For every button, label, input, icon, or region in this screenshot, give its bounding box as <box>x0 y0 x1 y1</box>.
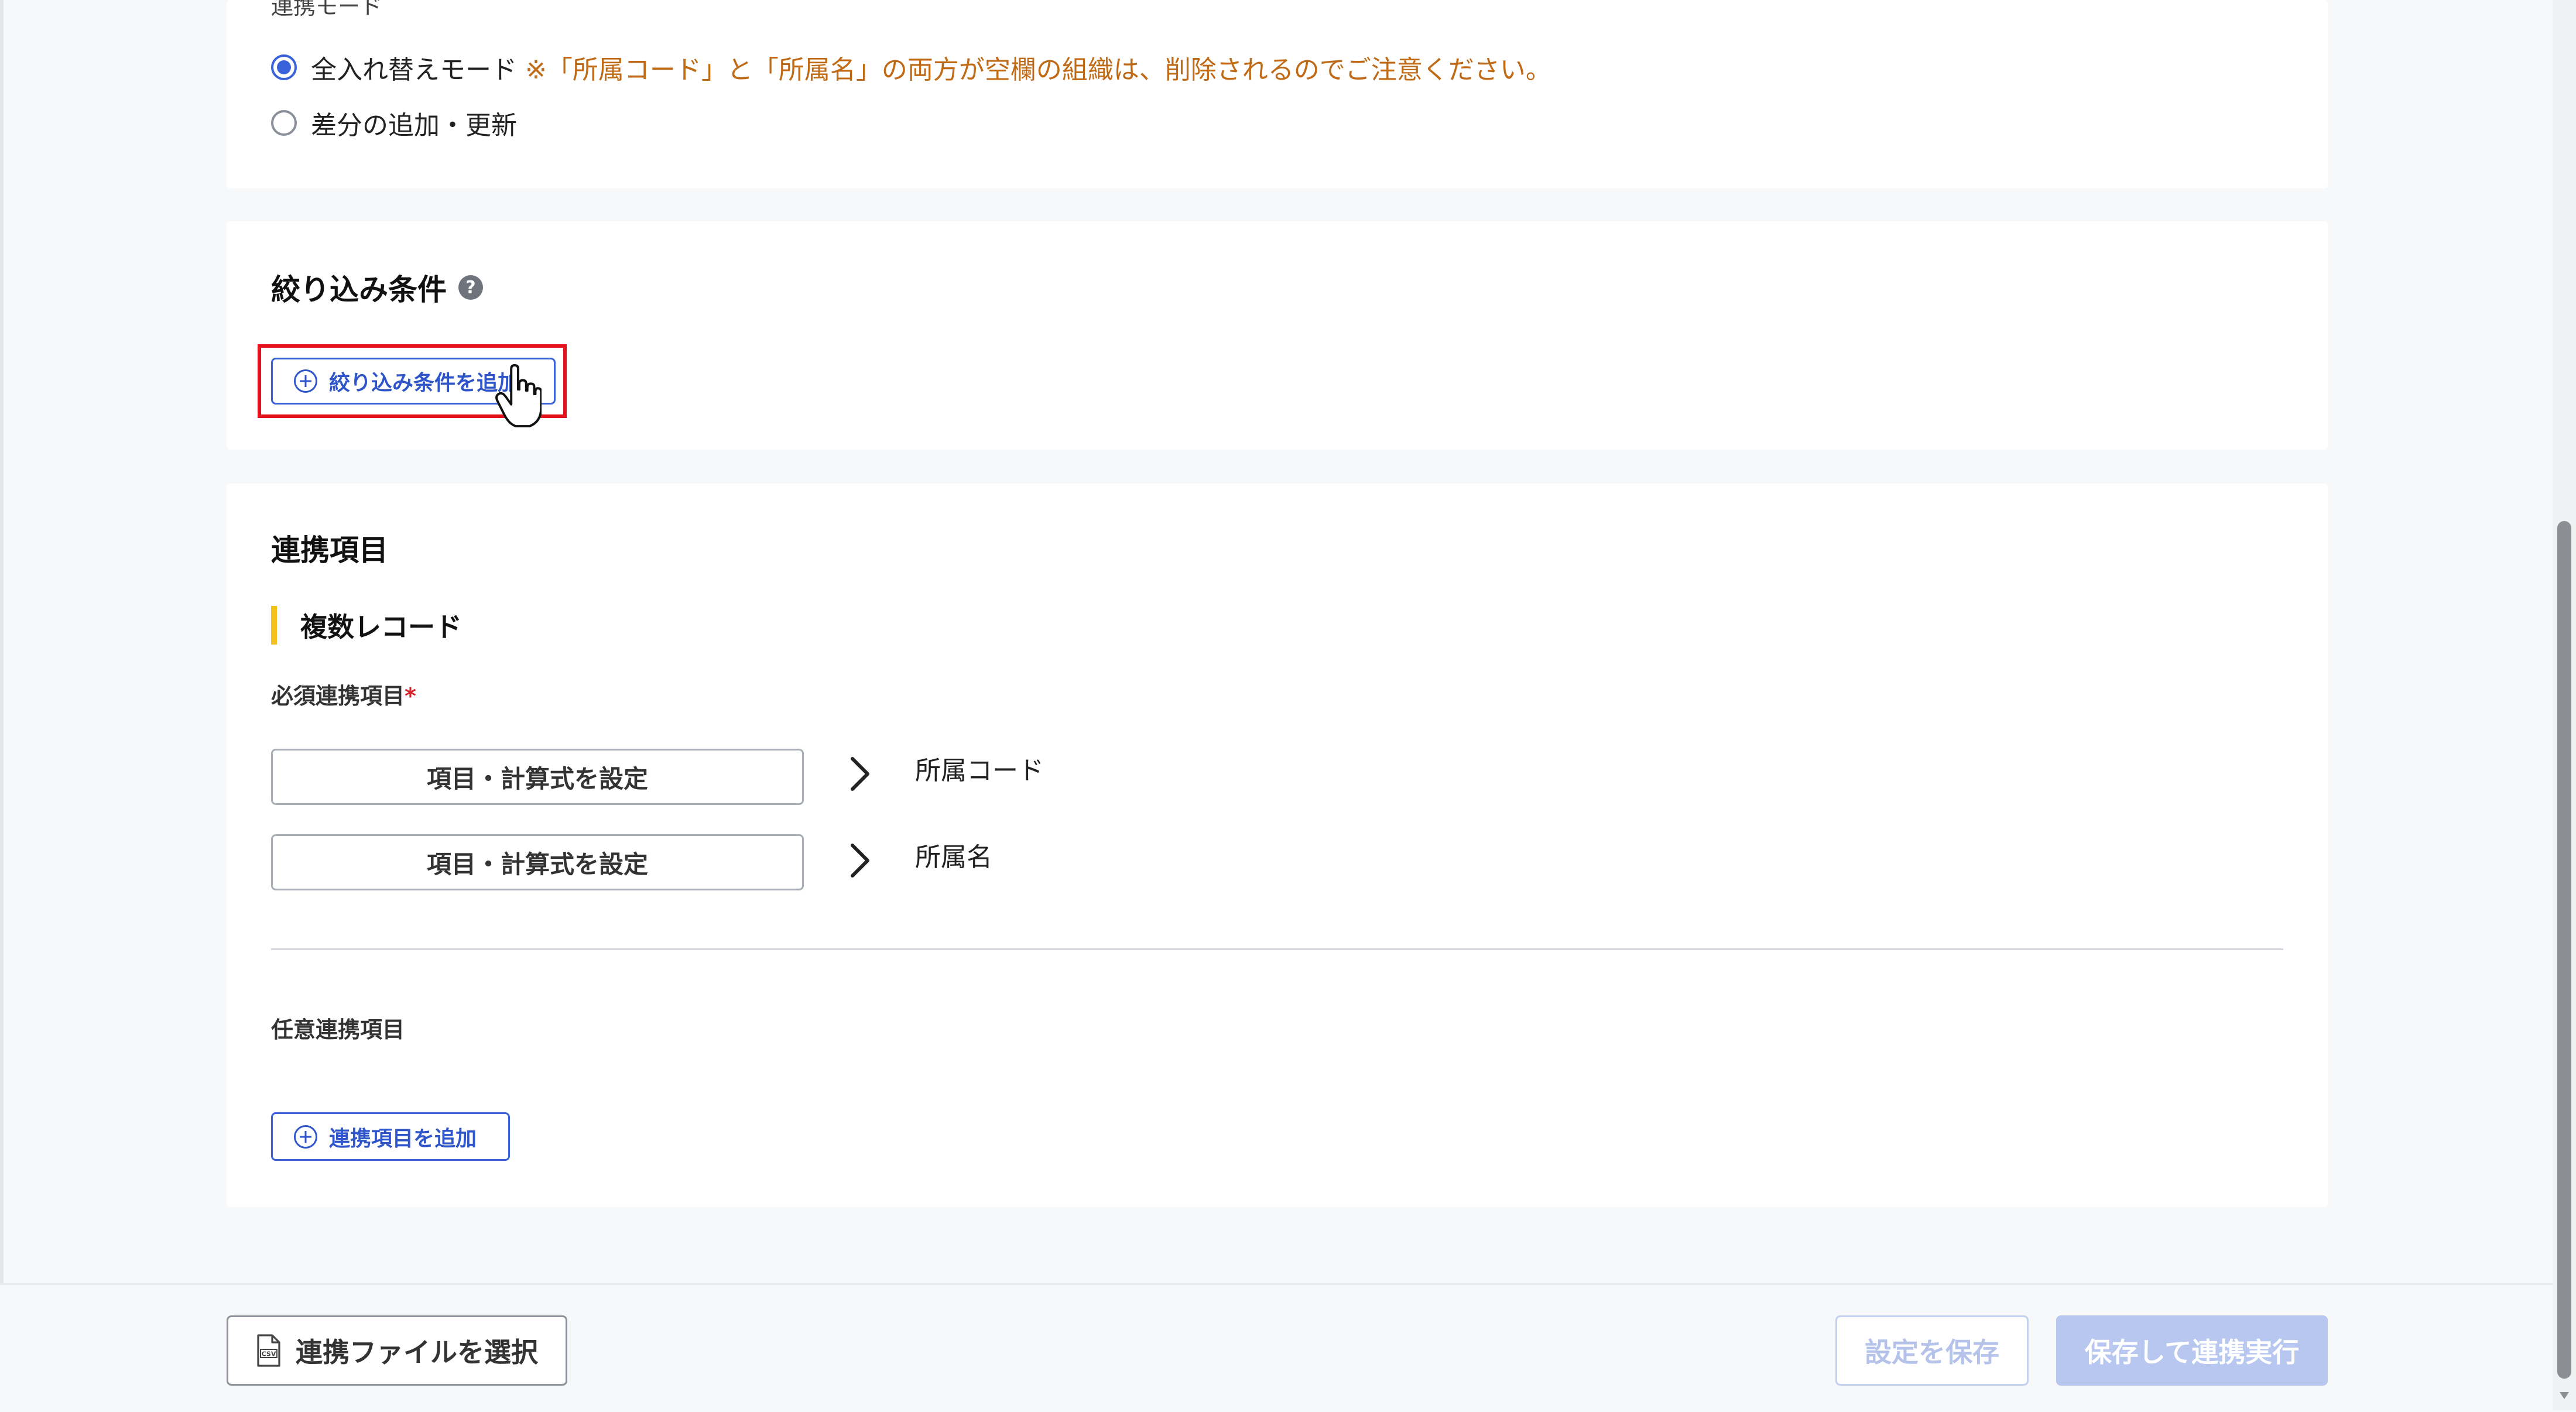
subsection-accent-bar <box>271 606 277 645</box>
required-asterisk: * <box>405 683 416 709</box>
set-formula-button-1[interactable]: 項目・計算式を設定 <box>271 749 804 805</box>
sync-mode-card <box>227 0 2328 189</box>
add-sync-item-button[interactable]: 連携項目を追加 <box>271 1112 510 1161</box>
select-file-button-label: 連携ファイルを選択 <box>296 1336 538 1368</box>
set-formula-button-2[interactable]: 項目・計算式を設定 <box>271 834 804 890</box>
target-field-2: 所属名 <box>915 842 992 872</box>
subsection-title: 複数レコード <box>300 611 462 643</box>
full-replace-warning-note: ※「所属コード」と「所属名」の両方が空欄の組織は、削除されるのでご注意ください。 <box>525 55 1551 85</box>
sync-items-title: 連携項目 <box>271 533 388 567</box>
chevron-right-icon <box>851 844 869 878</box>
hand-pointer-cursor-icon <box>495 364 542 428</box>
radio-button-unchecked[interactable] <box>271 110 297 136</box>
add-sync-item-button-label: 連携項目を追加 <box>329 1126 477 1151</box>
required-items-label-text: 必須連携項目 <box>271 683 405 709</box>
filter-section-title: 絞り込み条件 ? <box>271 266 483 309</box>
multi-record-subsection: 複数レコード <box>271 606 462 645</box>
help-icon[interactable]: ? <box>458 275 483 300</box>
radio-button-checked[interactable] <box>271 54 297 80</box>
radio-label-full-replace: 全入れ替えモード <box>311 55 517 85</box>
required-items-label: 必須連携項目* <box>271 678 416 710</box>
plus-circle-icon <box>294 1125 317 1149</box>
target-field-1: 所属コード <box>915 756 1044 786</box>
sync-mode-label: 連携モード <box>271 0 383 19</box>
section-divider <box>271 948 2283 950</box>
optional-items-label: 任意連携項目 <box>271 1017 405 1043</box>
scrollbar-thumb[interactable] <box>2557 521 2571 1379</box>
left-edge-rule <box>0 0 4 1410</box>
scroll-down-arrow-icon[interactable] <box>2557 1389 2571 1403</box>
save-and-run-button[interactable]: 保存して連携実行 <box>2056 1315 2328 1386</box>
save-settings-button[interactable]: 設定を保存 <box>1835 1315 2029 1386</box>
csv-file-icon: CSV <box>257 1334 280 1367</box>
chevron-right-icon <box>851 757 869 791</box>
radio-label-diff-update: 差分の追加・更新 <box>311 111 517 140</box>
radio-option-diff-update[interactable]: 差分の追加・更新 <box>271 105 517 140</box>
radio-option-full-replace[interactable]: 全入れ替えモード ※「所属コード」と「所属名」の両方が空欄の組織は、削除されるの… <box>271 50 1551 85</box>
filter-title-text: 絞り込み条件 <box>271 273 447 307</box>
svg-text:CSV: CSV <box>262 1351 276 1358</box>
select-file-button[interactable]: CSV 連携ファイルを選択 <box>227 1315 567 1386</box>
